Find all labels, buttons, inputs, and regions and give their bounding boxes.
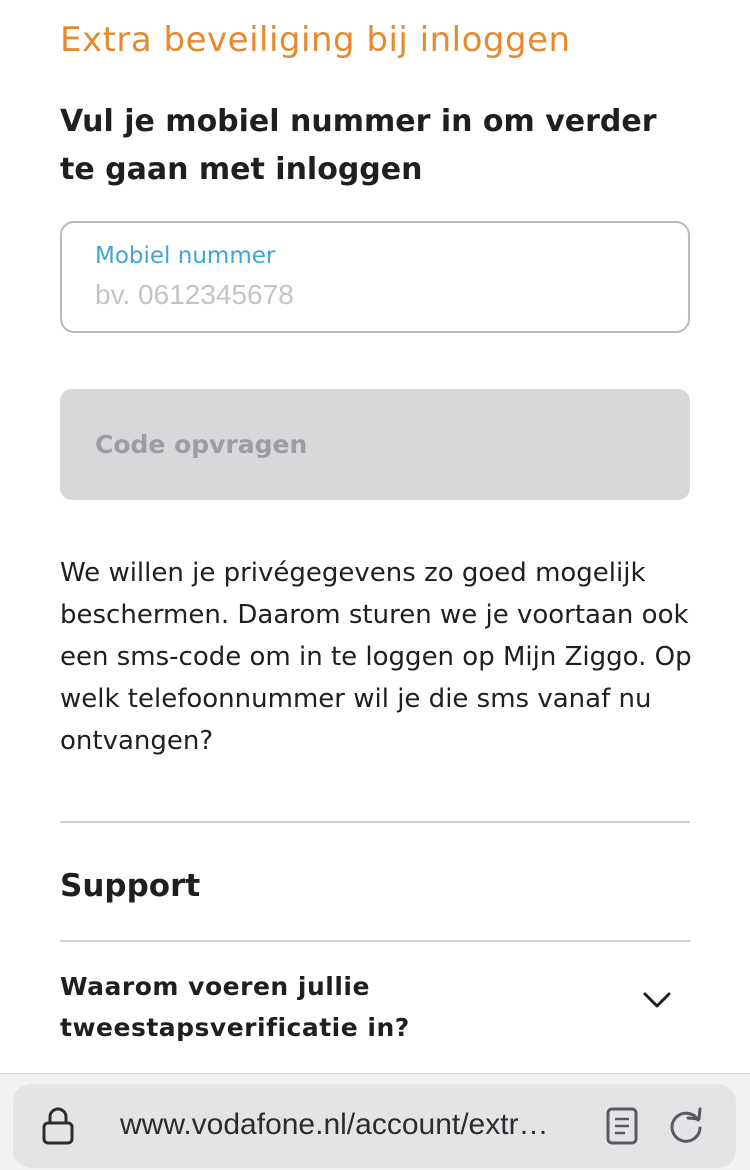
divider [60, 940, 690, 942]
reader-icon[interactable] [605, 1106, 639, 1146]
reload-icon[interactable] [666, 1106, 706, 1146]
phone-number-label: Mobiel nummer [95, 243, 276, 269]
request-code-button[interactable]: Code opvragen [60, 389, 690, 500]
chevron-down-icon [643, 992, 671, 1008]
faq-item[interactable]: Waarom voeren jullie tweestapsverificati… [60, 966, 690, 1052]
page-subtitle: Vul je mobiel nummer in om verder te gaa… [60, 104, 657, 187]
phone-number-input[interactable] [95, 275, 655, 315]
divider [60, 821, 690, 823]
url-field[interactable]: www.vodafone.nl/account/extr… [13, 1084, 736, 1168]
phone-number-field[interactable]: Mobiel nummer [60, 221, 690, 333]
url-text: www.vodafone.nl/account/extr… [120, 1108, 549, 1141]
info-text: We willen je privégegevens zo goed mogel… [60, 558, 692, 756]
lock-icon [42, 1107, 74, 1145]
faq-question: Waarom voeren jullie tweestapsverificati… [60, 972, 410, 1042]
page-title: Extra beveiliging bij inloggen [60, 20, 571, 60]
browser-address-bar: www.vodafone.nl/account/extr… [0, 1073, 750, 1170]
support-heading: Support [60, 868, 201, 904]
